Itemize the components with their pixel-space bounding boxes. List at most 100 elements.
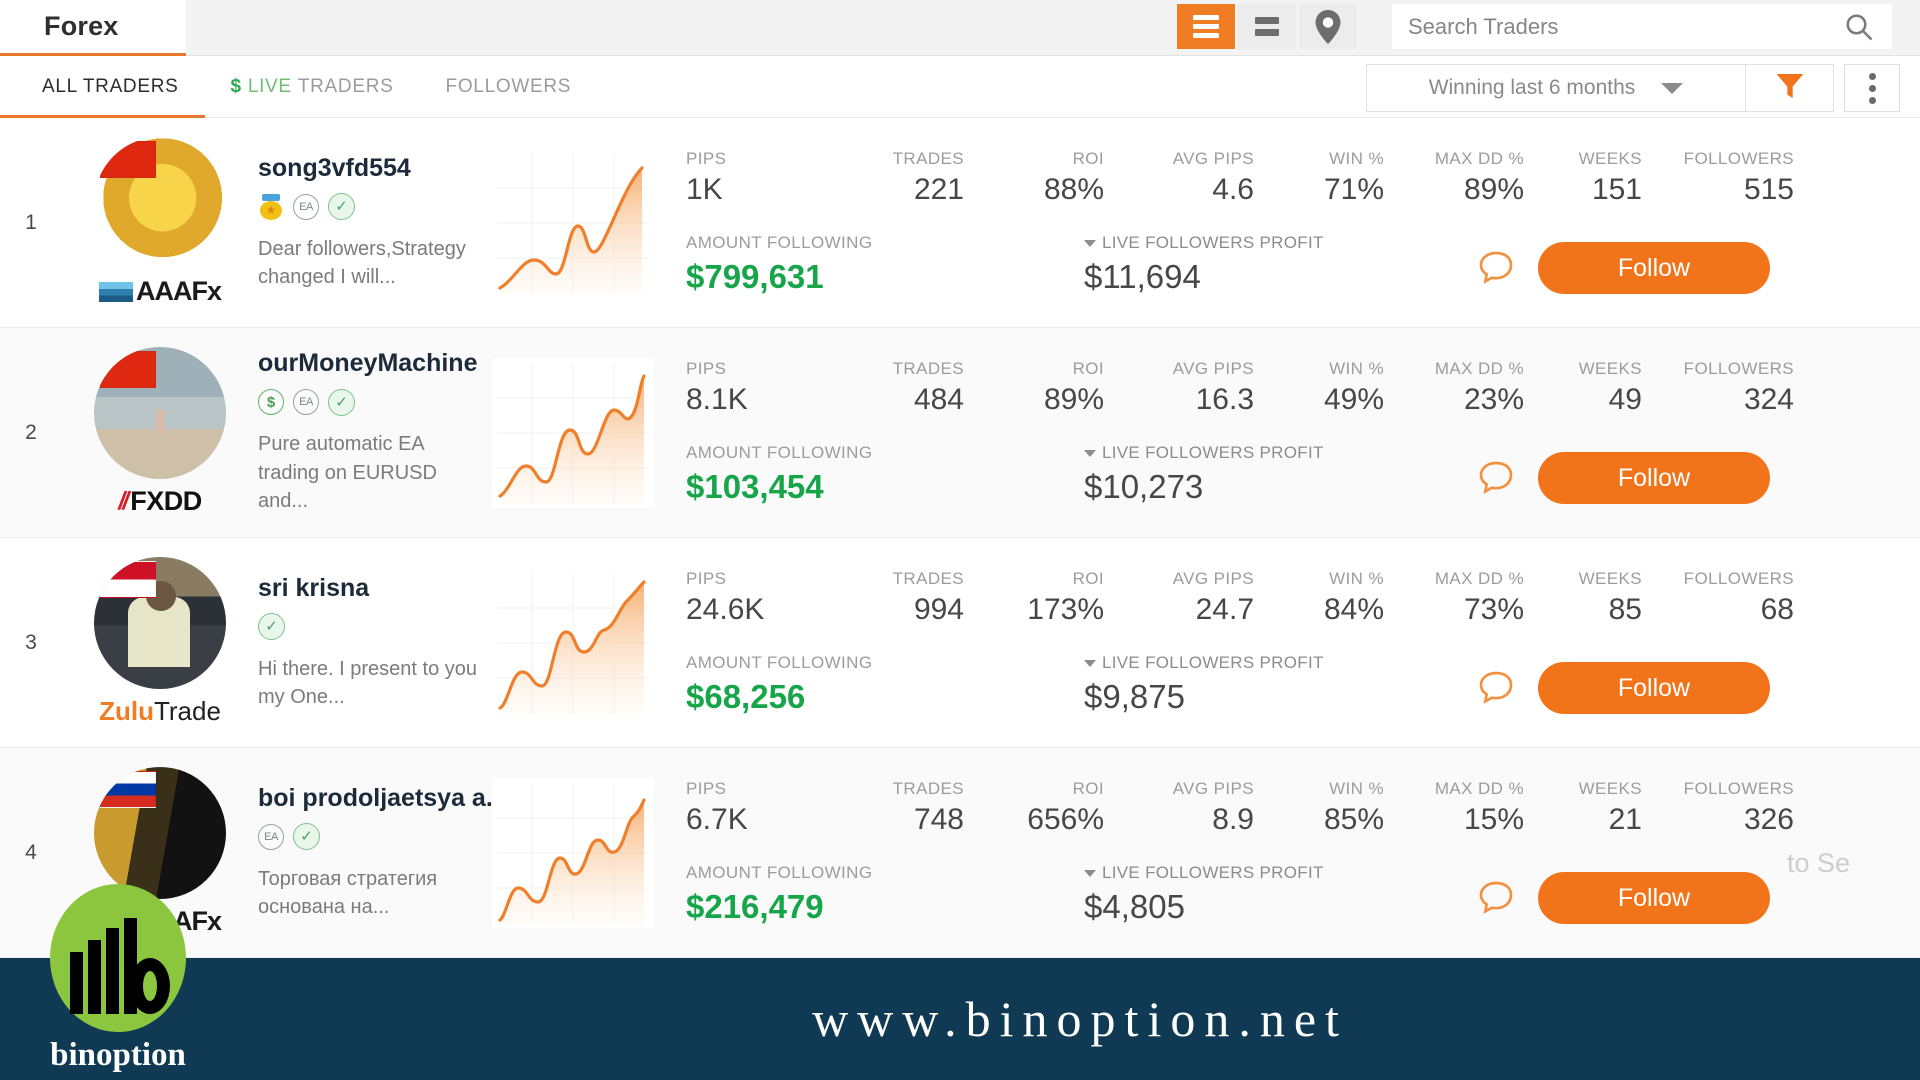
avatar-column: ZuluTrade — [62, 556, 258, 729]
stat-weeks: WEEKS 85 — [1578, 569, 1642, 626]
tab-live-traders-label: TRADERS — [297, 76, 394, 97]
stat-followers: FOLLOWERS 515 — [1683, 149, 1794, 206]
follow-button[interactable]: Follow — [1538, 872, 1770, 924]
tab-list: ALL TRADERS $ LIVE TRADERS FOLLOWERS — [0, 56, 597, 118]
avatar[interactable] — [94, 766, 226, 899]
table-row[interactable]: 3 ZuluTrade sri krisna ✓ Hi there. I pre… — [0, 538, 1920, 748]
follow-button[interactable]: Follow — [1538, 242, 1770, 294]
trader-name[interactable]: ourMoneyMachine — [258, 349, 478, 378]
page-title: Forex — [44, 11, 119, 41]
chat-icon[interactable] — [1474, 246, 1518, 290]
stat-pips: PIPS 8.1K — [686, 359, 748, 416]
stat-pips: PIPS 24.6K — [686, 569, 765, 626]
chat-icon[interactable] — [1474, 876, 1518, 920]
stats-row-secondary: AMOUNT FOLLOWING $103,454 LIVE FOLLOWERS … — [686, 443, 1904, 506]
stats-row-primary: PIPS 8.1K TRADES 484 ROI 89% AVG PIPS 16.3 W… — [686, 359, 1904, 417]
stat-followers: FOLLOWERS 326 — [1683, 779, 1794, 836]
trader-description: Торговая стратегия основана на... — [258, 867, 438, 918]
compact-lines-icon — [1255, 17, 1279, 36]
more-options-button[interactable] — [1844, 64, 1900, 112]
stats-row-secondary: AMOUNT FOLLOWING $68,256 LIVE FOLLOWERS P… — [686, 653, 1904, 716]
flag-icon — [100, 350, 156, 388]
tab-bar: ALL TRADERS $ LIVE TRADERS FOLLOWERS Win… — [0, 56, 1920, 118]
live-followers-profit: LIVE FOLLOWERS PROFIT $4,805 — [1084, 863, 1324, 925]
tab-live-traders[interactable]: $ LIVE TRADERS — [205, 56, 420, 118]
dollar-badge-icon: $ — [258, 389, 284, 416]
stats-column: PIPS 1K TRADES 221 ROI 88% AVG PIPS 4.6 WIN … — [658, 149, 1920, 296]
avatar[interactable] — [94, 346, 226, 479]
live-followers-profit: LIVE FOLLOWERS PROFIT $10,273 — [1084, 443, 1324, 505]
table-row[interactable]: 4 AAAFx boi prodoljaetsya a... EA ✓ Торг… — [0, 748, 1920, 958]
logo-bars-icon — [70, 918, 170, 1032]
ea-badge-icon: EA — [258, 823, 284, 850]
live-followers-profit: LIVE FOLLOWERS PROFIT $9,875 — [1084, 653, 1324, 715]
trader-description: Hi there. I present to you my One... — [258, 657, 478, 708]
broker-name: AAAFx — [135, 276, 222, 306]
chat-icon[interactable] — [1474, 666, 1518, 710]
broker-logo: AAAFx — [98, 275, 222, 309]
performance-sparkline — [492, 357, 654, 508]
stats-row-secondary: AMOUNT FOLLOWING $799,631 LIVE FOLLOWERS … — [686, 233, 1904, 296]
stat-pips: PIPS 6.7K — [686, 779, 748, 836]
trader-description: Pure automatic EA trading on EURUSD and.… — [258, 433, 437, 513]
stat-trades: TRADES 221 — [892, 149, 964, 206]
sparkline-column — [488, 147, 658, 298]
search-icon[interactable] — [1842, 10, 1876, 44]
footer-bar: www.binoption.net — [0, 958, 1920, 1080]
medal-icon: ★ — [258, 193, 284, 220]
trader-name[interactable]: boi prodoljaetsya a... — [258, 784, 507, 813]
avatar-column: //FXDD — [62, 346, 258, 519]
flag-icon — [100, 770, 156, 808]
compact-view-button[interactable] — [1238, 4, 1296, 49]
list-view-button[interactable] — [1177, 4, 1235, 49]
avatar-column: AAAFx — [62, 136, 258, 309]
tab-all-traders[interactable]: ALL TRADERS — [0, 56, 205, 118]
trader-info: sri krisna ✓ Hi there. I present to you … — [258, 574, 488, 712]
stat-max-dd: MAX DD % 89% — [1434, 149, 1524, 206]
search-bar — [1392, 4, 1892, 49]
stat-roi: ROI 89% — [1043, 359, 1104, 416]
stat-win-pct: WIN % 85% — [1323, 779, 1384, 836]
triangle-down-icon — [1084, 659, 1096, 667]
tab-followers-label: FOLLOWERS — [445, 76, 572, 97]
follow-button[interactable]: Follow — [1538, 452, 1770, 504]
performance-sparkline — [492, 147, 654, 298]
stats-column: PIPS 8.1K TRADES 484 ROI 89% AVG PIPS 16.3 W… — [658, 359, 1920, 506]
sparkline-column — [488, 357, 658, 508]
stat-trades: TRADES 748 — [892, 779, 964, 836]
follow-button[interactable]: Follow — [1538, 662, 1770, 714]
chat-icon[interactable] — [1474, 456, 1518, 500]
sparkline-column — [488, 567, 658, 718]
tab-followers[interactable]: FOLLOWERS — [420, 56, 598, 118]
table-row[interactable]: 1 AAAFx song3vfd554 ★ EA ✓ Dear follower… — [0, 118, 1920, 328]
stat-max-dd: MAX DD % 15% — [1434, 779, 1524, 836]
top-bar: Forex — [0, 0, 1920, 56]
sort-dropdown-value: Winning last 6 months — [1428, 76, 1636, 99]
rank-number: 2 — [25, 420, 37, 444]
brand-tab[interactable]: Forex — [0, 0, 186, 56]
trader-info: song3vfd554 ★ EA ✓ Dear followers,Strate… — [258, 154, 488, 292]
filter-bar: Winning last 6 months — [1366, 64, 1900, 112]
footer-url: www.binoption.net — [812, 991, 1348, 1047]
binoption-logo-text: binoption — [50, 1037, 186, 1073]
avatar[interactable] — [94, 556, 226, 689]
trader-name[interactable]: song3vfd554 — [258, 154, 478, 183]
trader-info: ourMoneyMachine $ EA ✓ Pure automatic EA… — [258, 349, 488, 515]
filter-button[interactable] — [1746, 64, 1834, 112]
search-input[interactable] — [1408, 4, 1842, 49]
stat-roi: ROI 656% — [1027, 779, 1104, 836]
broker-logo: ZuluTrade — [99, 696, 221, 726]
ea-badge-icon: EA — [293, 193, 319, 220]
sparkline-column — [488, 777, 658, 928]
trader-name[interactable]: sri krisna — [258, 574, 478, 603]
stat-max-dd: MAX DD % 23% — [1434, 359, 1524, 416]
chevron-down-icon — [1661, 82, 1684, 94]
badge-group: EA ✓ — [258, 823, 478, 851]
trader-list: 1 AAAFx song3vfd554 ★ EA ✓ Dear follower… — [0, 118, 1920, 958]
broker-logo: //FXDD — [118, 486, 202, 516]
map-view-button[interactable] — [1299, 4, 1357, 49]
sort-dropdown[interactable]: Winning last 6 months — [1366, 64, 1746, 112]
avatar[interactable] — [94, 136, 226, 269]
performance-sparkline — [492, 777, 654, 928]
table-row[interactable]: 2 //FXDD ourMoneyMachine $ EA ✓ Pure — [0, 328, 1920, 538]
